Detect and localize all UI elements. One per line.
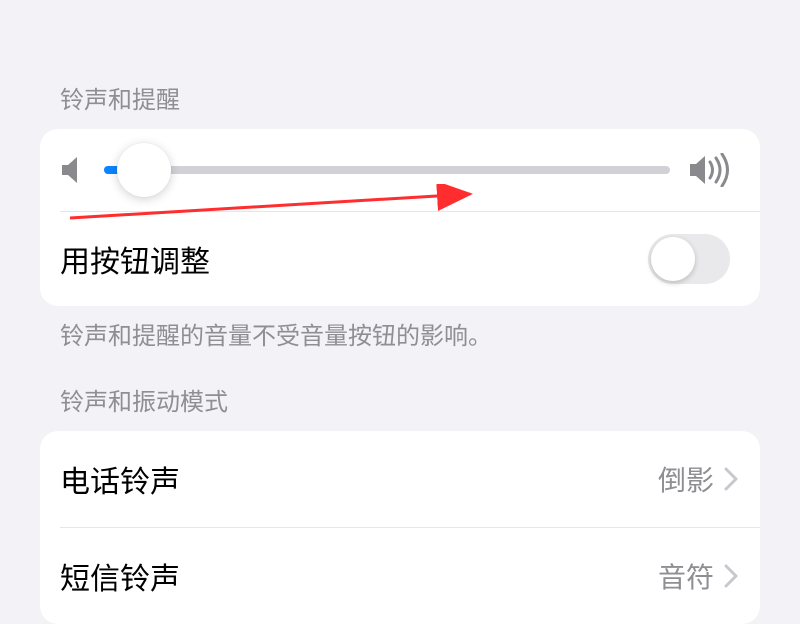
volume-slider[interactable] [104,166,670,174]
change-with-buttons-toggle[interactable] [648,234,730,284]
ringtone-value: 倒影 [658,459,714,499]
toggle-label: 用按钮调整 [60,237,210,281]
ringtone-row[interactable]: 电话铃声 倒影 [40,431,760,527]
ringer-card: 用按钮调整 [40,129,760,306]
change-with-buttons-row: 用按钮调整 [40,212,760,306]
text-tone-label: 短信铃声 [60,554,180,598]
volume-low-icon [60,155,86,185]
ringtone-label: 电话铃声 [60,457,180,501]
volume-slider-row [40,129,760,211]
ringtone-card: 电话铃声 倒影 短信铃声 音符 [40,431,760,624]
text-tone-row[interactable]: 短信铃声 音符 [40,528,760,624]
section-header-ringer: 铃声和提醒 [0,80,800,129]
volume-high-icon [688,153,730,187]
row-right: 音符 [658,556,738,596]
section-footer-ringer: 铃声和提醒的音量不受音量按钮的影响。 [0,306,800,354]
volume-slider-thumb[interactable] [117,143,171,197]
text-tone-value: 音符 [658,556,714,596]
chevron-right-icon [724,467,738,491]
section-header-patterns: 铃声和振动模式 [0,382,800,431]
chevron-right-icon [724,564,738,588]
toggle-knob [651,237,695,281]
row-right: 倒影 [658,459,738,499]
